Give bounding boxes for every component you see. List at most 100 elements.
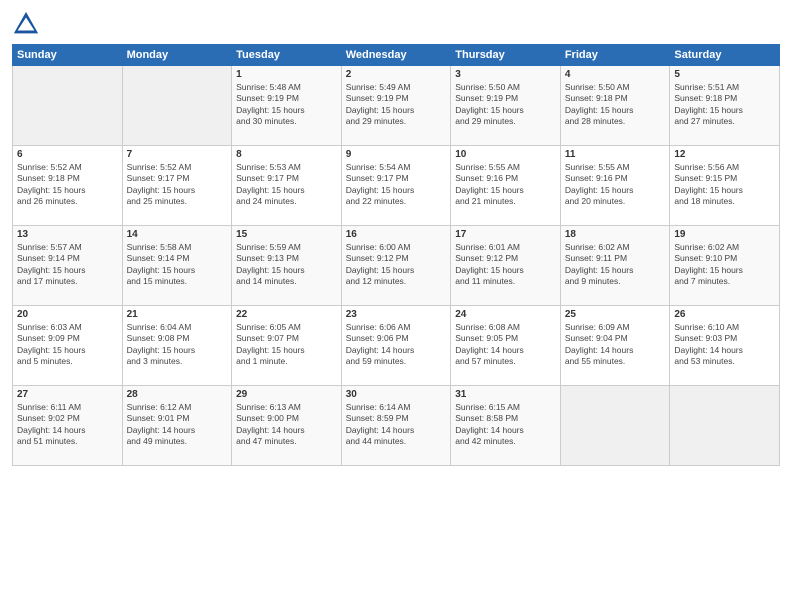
header-row: SundayMondayTuesdayWednesdayThursdayFrid… xyxy=(13,45,780,66)
calendar-week-row: 6 Sunrise: 5:52 AM Sunset: 9:18 PM Daylig… xyxy=(13,146,780,226)
calendar-cell: 11 Sunrise: 5:55 AM Sunset: 9:16 PM Dayli… xyxy=(560,146,670,226)
day-header: Thursday xyxy=(451,45,561,66)
day-number: 24 xyxy=(455,309,556,320)
day-info: Sunrise: 5:58 AM Sunset: 9:14 PM Dayligh… xyxy=(127,242,228,288)
day-number: 2 xyxy=(346,69,447,80)
day-number: 1 xyxy=(236,69,337,80)
calendar-cell: 29 Sunrise: 6:13 AM Sunset: 9:00 PM Dayli… xyxy=(232,386,342,466)
logo xyxy=(12,10,44,38)
day-number: 10 xyxy=(455,149,556,160)
day-info: Sunrise: 5:57 AM Sunset: 9:14 PM Dayligh… xyxy=(17,242,118,288)
day-info: Sunrise: 6:01 AM Sunset: 9:12 PM Dayligh… xyxy=(455,242,556,288)
calendar-cell: 28Sunrise: 6:12 AM Sunset: 9:01 PM Dayli… xyxy=(122,386,232,466)
day-info: Sunrise: 5:56 AM Sunset: 9:15 PM Dayligh… xyxy=(674,162,775,208)
day-number: 12 xyxy=(674,149,775,160)
day-number: 14 xyxy=(127,229,228,240)
day-info: Sunrise: 6:06 AM Sunset: 9:06 PM Dayligh… xyxy=(346,322,447,368)
calendar-cell: 13Sunrise: 5:57 AM Sunset: 9:14 PM Dayli… xyxy=(13,226,123,306)
day-number: 8 xyxy=(236,149,337,160)
calendar-cell: 2 Sunrise: 5:49 AM Sunset: 9:19 PM Daylig… xyxy=(341,66,451,146)
day-info: Sunrise: 5:52 AM Sunset: 9:18 PM Dayligh… xyxy=(17,162,118,208)
day-number: 5 xyxy=(674,69,775,80)
calendar-cell: 8 Sunrise: 5:53 AM Sunset: 9:17 PM Daylig… xyxy=(232,146,342,226)
day-number: 11 xyxy=(565,149,666,160)
calendar-cell xyxy=(670,386,780,466)
calendar-cell: 12 Sunrise: 5:56 AM Sunset: 9:15 PM Dayli… xyxy=(670,146,780,226)
calendar-cell: 9 Sunrise: 5:54 AM Sunset: 9:17 PM Daylig… xyxy=(341,146,451,226)
day-info: Sunrise: 5:55 AM Sunset: 9:16 PM Dayligh… xyxy=(565,162,666,208)
calendar-cell: 24 Sunrise: 6:08 AM Sunset: 9:05 PM Dayli… xyxy=(451,306,561,386)
day-number: 17 xyxy=(455,229,556,240)
calendar-cell: 14 Sunrise: 5:58 AM Sunset: 9:14 PM Dayli… xyxy=(122,226,232,306)
header xyxy=(12,10,780,38)
day-info: Sunrise: 6:03 AM Sunset: 9:09 PM Dayligh… xyxy=(17,322,118,368)
day-info: Sunrise: 5:51 AM Sunset: 9:18 PM Dayligh… xyxy=(674,82,775,128)
calendar-week-row: 13Sunrise: 5:57 AM Sunset: 9:14 PM Dayli… xyxy=(13,226,780,306)
day-header: Friday xyxy=(560,45,670,66)
day-number: 21 xyxy=(127,309,228,320)
calendar-week-row: 27 Sunrise: 6:11 AM Sunset: 9:02 PM Dayli… xyxy=(13,386,780,466)
calendar-cell: 4 Sunrise: 5:50 AM Sunset: 9:18 PM Daylig… xyxy=(560,66,670,146)
day-info: Sunrise: 5:55 AM Sunset: 9:16 PM Dayligh… xyxy=(455,162,556,208)
calendar-cell: 10 Sunrise: 5:55 AM Sunset: 9:16 PM Dayli… xyxy=(451,146,561,226)
day-info: Sunrise: 6:05 AM Sunset: 9:07 PM Dayligh… xyxy=(236,322,337,368)
day-info: Sunrise: 6:14 AM Sunset: 8:59 PM Dayligh… xyxy=(346,402,447,448)
day-number: 3 xyxy=(455,69,556,80)
calendar-cell: 18 Sunrise: 6:02 AM Sunset: 9:11 PM Dayli… xyxy=(560,226,670,306)
day-info: Sunrise: 5:54 AM Sunset: 9:17 PM Dayligh… xyxy=(346,162,447,208)
day-header: Saturday xyxy=(670,45,780,66)
day-info: Sunrise: 5:50 AM Sunset: 9:18 PM Dayligh… xyxy=(565,82,666,128)
day-info: Sunrise: 5:48 AM Sunset: 9:19 PM Dayligh… xyxy=(236,82,337,128)
day-number: 4 xyxy=(565,69,666,80)
day-info: Sunrise: 6:15 AM Sunset: 8:58 PM Dayligh… xyxy=(455,402,556,448)
day-info: Sunrise: 6:02 AM Sunset: 9:11 PM Dayligh… xyxy=(565,242,666,288)
day-header: Sunday xyxy=(13,45,123,66)
calendar-cell: 19 Sunrise: 6:02 AM Sunset: 9:10 PM Dayli… xyxy=(670,226,780,306)
calendar-cell: 21 Sunrise: 6:04 AM Sunset: 9:08 PM Dayli… xyxy=(122,306,232,386)
calendar-cell: 22 Sunrise: 6:05 AM Sunset: 9:07 PM Dayli… xyxy=(232,306,342,386)
day-number: 22 xyxy=(236,309,337,320)
day-number: 29 xyxy=(236,389,337,400)
day-info: Sunrise: 6:11 AM Sunset: 9:02 PM Dayligh… xyxy=(17,402,118,448)
day-number: 18 xyxy=(565,229,666,240)
day-header: Monday xyxy=(122,45,232,66)
day-info: Sunrise: 6:12 AM Sunset: 9:01 PM Dayligh… xyxy=(127,402,228,448)
day-info: Sunrise: 6:13 AM Sunset: 9:00 PM Dayligh… xyxy=(236,402,337,448)
calendar-cell: 5 Sunrise: 5:51 AM Sunset: 9:18 PM Daylig… xyxy=(670,66,780,146)
calendar-cell: 26Sunrise: 6:10 AM Sunset: 9:03 PM Dayli… xyxy=(670,306,780,386)
day-header: Wednesday xyxy=(341,45,451,66)
calendar-cell: 30Sunrise: 6:14 AM Sunset: 8:59 PM Dayli… xyxy=(341,386,451,466)
calendar-cell: 31Sunrise: 6:15 AM Sunset: 8:58 PM Dayli… xyxy=(451,386,561,466)
day-info: Sunrise: 6:08 AM Sunset: 9:05 PM Dayligh… xyxy=(455,322,556,368)
day-info: Sunrise: 5:52 AM Sunset: 9:17 PM Dayligh… xyxy=(127,162,228,208)
day-info: Sunrise: 5:50 AM Sunset: 9:19 PM Dayligh… xyxy=(455,82,556,128)
calendar-cell: 17 Sunrise: 6:01 AM Sunset: 9:12 PM Dayli… xyxy=(451,226,561,306)
calendar-cell: 3 Sunrise: 5:50 AM Sunset: 9:19 PM Daylig… xyxy=(451,66,561,146)
page-container: SundayMondayTuesdayWednesdayThursdayFrid… xyxy=(0,0,792,612)
day-number: 6 xyxy=(17,149,118,160)
day-info: Sunrise: 5:59 AM Sunset: 9:13 PM Dayligh… xyxy=(236,242,337,288)
calendar-cell: 16Sunrise: 6:00 AM Sunset: 9:12 PM Dayli… xyxy=(341,226,451,306)
day-number: 27 xyxy=(17,389,118,400)
calendar-table: SundayMondayTuesdayWednesdayThursdayFrid… xyxy=(12,44,780,466)
calendar-cell: 27 Sunrise: 6:11 AM Sunset: 9:02 PM Dayli… xyxy=(13,386,123,466)
day-number: 23 xyxy=(346,309,447,320)
calendar-week-row: 20 Sunrise: 6:03 AM Sunset: 9:09 PM Dayli… xyxy=(13,306,780,386)
day-number: 15 xyxy=(236,229,337,240)
calendar-cell xyxy=(560,386,670,466)
day-number: 20 xyxy=(17,309,118,320)
day-info: Sunrise: 6:09 AM Sunset: 9:04 PM Dayligh… xyxy=(565,322,666,368)
day-header: Tuesday xyxy=(232,45,342,66)
day-info: Sunrise: 6:02 AM Sunset: 9:10 PM Dayligh… xyxy=(674,242,775,288)
day-number: 16 xyxy=(346,229,447,240)
day-info: Sunrise: 5:49 AM Sunset: 9:19 PM Dayligh… xyxy=(346,82,447,128)
calendar-cell xyxy=(122,66,232,146)
calendar-cell xyxy=(13,66,123,146)
day-info: Sunrise: 6:04 AM Sunset: 9:08 PM Dayligh… xyxy=(127,322,228,368)
day-number: 9 xyxy=(346,149,447,160)
calendar-cell: 23 Sunrise: 6:06 AM Sunset: 9:06 PM Dayli… xyxy=(341,306,451,386)
day-number: 25 xyxy=(565,309,666,320)
day-number: 26 xyxy=(674,309,775,320)
day-info: Sunrise: 5:53 AM Sunset: 9:17 PM Dayligh… xyxy=(236,162,337,208)
day-number: 19 xyxy=(674,229,775,240)
